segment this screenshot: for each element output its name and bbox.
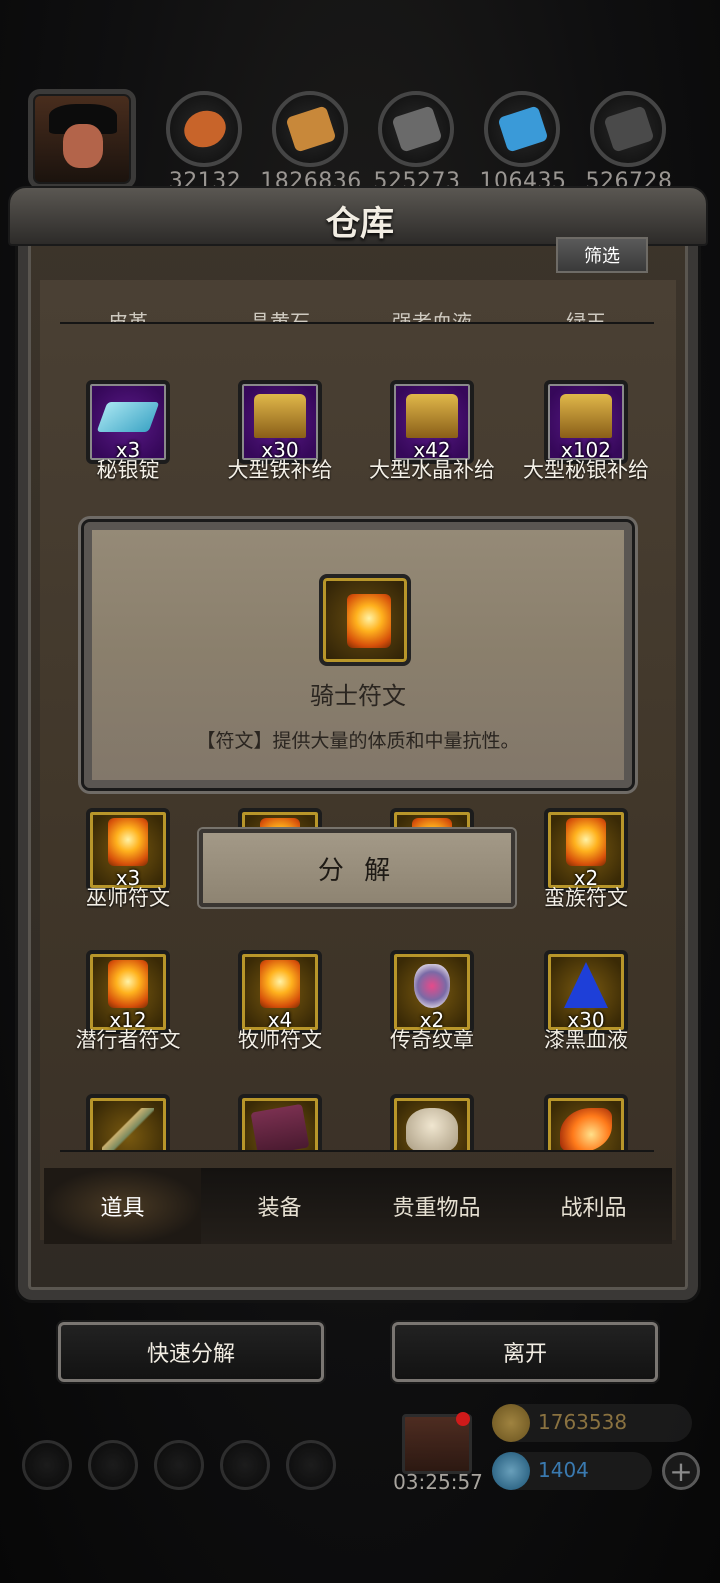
divider <box>60 322 654 324</box>
item-slot[interactable]: x2 <box>544 808 628 892</box>
skull-icon <box>406 1108 458 1150</box>
resource-slot-4[interactable] <box>484 91 560 167</box>
knight-rune-icon <box>347 594 391 648</box>
treasure-chest-icon <box>406 394 458 438</box>
item-slot[interactable]: x30 <box>238 380 322 464</box>
gift-timer: 03:25:57 <box>393 1470 483 1494</box>
rune-icon <box>108 818 148 866</box>
gold-currency: 1763538 <box>492 1404 692 1442</box>
wood-plank-icon <box>285 105 337 153</box>
item-name: 大型铁补给 <box>227 458 333 482</box>
item-name-cut: 绿玉 <box>566 310 606 322</box>
item-name: 大型水晶补给 <box>369 458 495 482</box>
item-slot[interactable]: x30 <box>544 950 628 1034</box>
resource-slot-5[interactable] <box>590 91 666 167</box>
rune-icon <box>260 960 300 1008</box>
category-tabs: 道具 装备 贵重物品 战利品 <box>44 1168 672 1244</box>
iron-ingot-icon <box>391 105 443 153</box>
mithril-ingot-icon <box>96 402 160 432</box>
item-name-cut: 皮革 <box>108 310 148 322</box>
item-name: 传奇纹章 <box>390 1028 474 1052</box>
mail-icon[interactable] <box>220 1440 270 1490</box>
gem-currency: 1404 <box>492 1452 652 1490</box>
item-slot[interactable] <box>544 1094 628 1150</box>
item-name: 巫师符文 <box>86 886 170 910</box>
item-name: 大型秘银补给 <box>523 458 649 482</box>
settings-icon[interactable] <box>22 1440 72 1490</box>
item-slot[interactable]: x102 <box>544 380 628 464</box>
shop-icon[interactable] <box>154 1440 204 1490</box>
player-avatar[interactable] <box>28 89 136 189</box>
dark-steel-icon <box>603 105 655 153</box>
gem-value: 1404 <box>538 1458 589 1482</box>
item-slot[interactable] <box>390 1094 474 1150</box>
copper-ore-icon <box>179 105 231 153</box>
tab-items[interactable]: 道具 <box>44 1168 201 1244</box>
gold-coin-icon <box>492 1404 530 1442</box>
rune-icon <box>108 960 148 1008</box>
tab-valuables[interactable]: 贵重物品 <box>358 1168 515 1244</box>
resource-slot-2[interactable] <box>272 91 348 167</box>
tab-equipment[interactable]: 装备 <box>201 1168 358 1244</box>
divider <box>60 1150 654 1152</box>
item-name: 漆黑血液 <box>544 1028 628 1052</box>
item-detail-description: 【符文】提供大量的体质和中量抗性。 <box>196 730 520 752</box>
resource-slot-3[interactable] <box>378 91 454 167</box>
item-slot[interactable]: x2 <box>390 950 474 1034</box>
item-detail-popup: 骑士符文 【符文】提供大量的体质和中量抗性。 <box>84 522 632 788</box>
item-slot[interactable] <box>238 1094 322 1150</box>
item-slot[interactable]: x4 <box>238 950 322 1034</box>
item-name: 潜行者符文 <box>75 1028 181 1052</box>
quick-decompose-button[interactable]: 快速分解 <box>58 1322 324 1382</box>
item-detail-slot <box>319 574 411 666</box>
add-currency-button[interactable]: + <box>662 1452 700 1490</box>
item-detail-name: 骑士符文 <box>310 682 406 710</box>
blue-crystal-icon <box>497 105 549 153</box>
tab-loot[interactable]: 战利品 <box>515 1168 672 1244</box>
gold-value: 1763538 <box>538 1410 628 1434</box>
star-icon[interactable] <box>88 1440 138 1490</box>
resource-bar: 32132 1826836 525273 106435 526728 <box>0 85 720 195</box>
leave-button[interactable]: 离开 <box>392 1322 658 1382</box>
guild-icon[interactable] <box>286 1440 336 1490</box>
decompose-button[interactable]: 分 解 <box>199 829 515 907</box>
black-blood-icon <box>564 962 608 1008</box>
item-name: 秘银锭 <box>96 458 160 482</box>
gem-icon <box>492 1452 530 1490</box>
item-slot[interactable]: x3 <box>86 808 170 892</box>
item-name: 蛮族符文 <box>544 886 628 910</box>
item-slot[interactable]: x12 <box>86 950 170 1034</box>
item-slot[interactable]: x42 <box>390 380 474 464</box>
item-name-cut: 强者血液 <box>392 310 472 322</box>
filter-button[interactable]: 筛选 <box>556 237 648 273</box>
notification-dot <box>456 1412 470 1426</box>
item-name: 牧师符文 <box>238 1028 322 1052</box>
book-icon <box>250 1103 310 1150</box>
resource-slot-1[interactable] <box>166 91 242 167</box>
crest-icon <box>414 964 450 1008</box>
face-icon <box>63 124 103 168</box>
item-name-cut: 晶黄石 <box>250 310 310 322</box>
clipped-row <box>40 1090 676 1150</box>
item-slot[interactable] <box>86 1094 170 1150</box>
item-slot[interactable]: x3 <box>86 380 170 464</box>
sword-icon <box>102 1108 154 1150</box>
treasure-chest-icon <box>560 394 612 438</box>
rune-icon <box>566 818 606 866</box>
treasure-chest-icon <box>254 394 306 438</box>
